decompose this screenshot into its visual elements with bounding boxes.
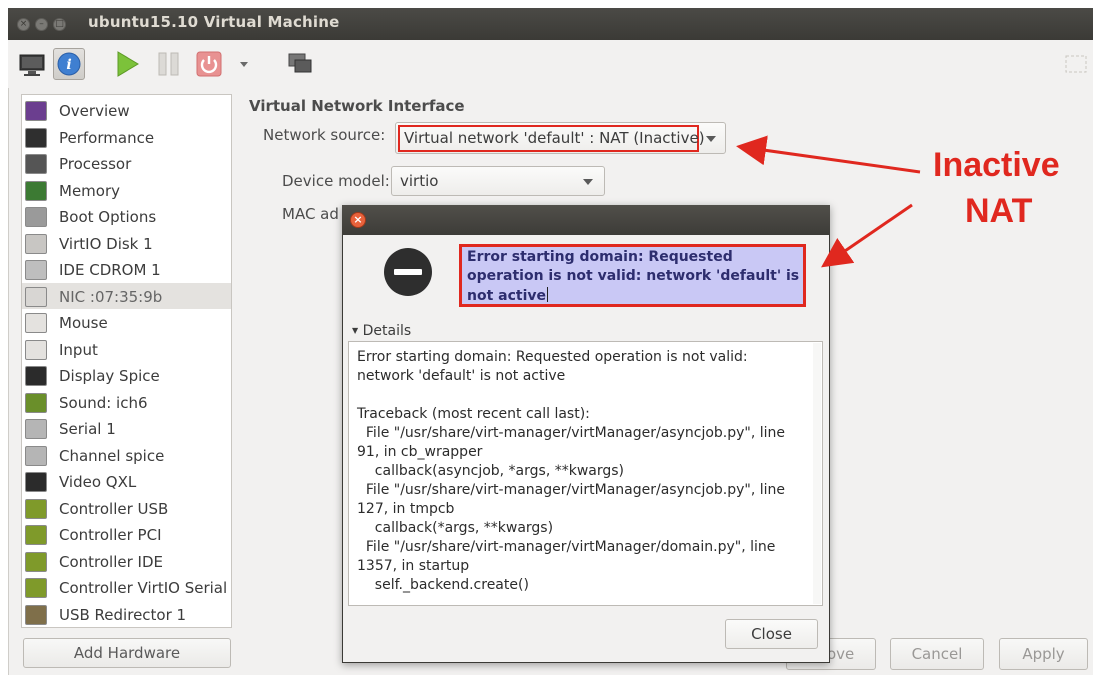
details-text-line: network 'default' is not active — [357, 368, 566, 384]
details-text-line: callback(asyncjob, *args, **kwargs) — [357, 463, 625, 479]
details-text-line: 91, in cb_wrapper — [357, 444, 483, 460]
details-text-line: File "/usr/share/virt-manager/virtManage… — [357, 482, 786, 498]
annotation-arrow-to-error — [821, 203, 913, 268]
details-text-line: Error starting domain: Requested operati… — [357, 349, 748, 365]
annotation-arrows — [736, 135, 921, 268]
details-text-line: File "/usr/share/virt-manager/virtManage… — [357, 425, 786, 441]
details-text-line: 127, in tmpcb — [357, 501, 455, 517]
details-text-line: File "/usr/share/virt-manager/virtManage… — [357, 539, 776, 555]
details-text-line: self._backend.create() — [357, 577, 529, 593]
details-text-line: 1357, in startup — [357, 558, 470, 574]
details-text-line: Traceback (most recent call last): — [357, 406, 590, 422]
annotation-arrow-to-source — [736, 135, 921, 174]
details-text-line: callback(*args, **kwargs) — [357, 520, 554, 536]
